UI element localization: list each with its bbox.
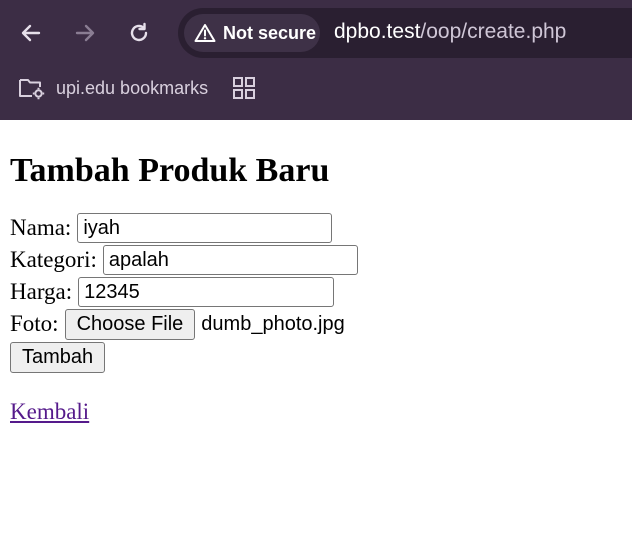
back-button[interactable] bbox=[15, 17, 47, 49]
harga-label: Harga: bbox=[10, 279, 73, 304]
url-path: /oop/create.php bbox=[420, 20, 567, 43]
tambah-button[interactable]: Tambah bbox=[10, 341, 106, 373]
apps-grid-icon bbox=[233, 77, 255, 99]
nama-label: Nama: bbox=[10, 215, 72, 240]
forward-button[interactable] bbox=[69, 17, 101, 49]
reload-button[interactable] bbox=[123, 17, 155, 49]
bookmark-folder-label: upi.edu bookmarks bbox=[56, 77, 209, 98]
page-title: Tambah Produk Baru bbox=[10, 152, 330, 189]
security-indicator[interactable]: Not secure bbox=[184, 14, 320, 52]
kategori-label: Kategori: bbox=[10, 247, 97, 272]
back-arrow-icon bbox=[21, 24, 41, 42]
warning-triangle-icon bbox=[194, 24, 216, 42]
folder-settings-icon bbox=[19, 79, 45, 100]
reload-icon bbox=[130, 22, 148, 42]
kategori-row: Kategori: bbox=[10, 244, 622, 276]
kategori-input[interactable] bbox=[102, 245, 358, 275]
nama-row: Nama: bbox=[10, 212, 622, 244]
bookmarks-bar: upi.edu bookmarks bbox=[0, 70, 632, 108]
foto-row: Foto: Choose File dumb_photo.jpg bbox=[10, 308, 622, 340]
harga-row: Harga: bbox=[10, 276, 622, 308]
url-text[interactable]: dpbo.test/oop/create.php bbox=[334, 20, 566, 44]
choose-file-button[interactable]: Choose File bbox=[64, 308, 196, 340]
foto-label: Foto: bbox=[10, 311, 59, 336]
kembali-link[interactable]: Kembali bbox=[10, 399, 89, 425]
selected-file-name: dumb_photo.jpg bbox=[201, 312, 345, 335]
submit-row: Tambah bbox=[10, 341, 622, 373]
security-label: Not secure bbox=[223, 22, 317, 43]
nama-input[interactable] bbox=[77, 213, 333, 243]
harga-input[interactable] bbox=[78, 277, 335, 307]
page-content: Tambah Produk Baru Nama: Kategori: Harga… bbox=[0, 120, 632, 435]
forward-arrow-icon bbox=[75, 24, 95, 42]
url-host: dpbo.test bbox=[334, 20, 421, 43]
browser-chrome: Not secure dpbo.test/oop/create.php upi.… bbox=[0, 0, 632, 120]
bookmark-folder[interactable]: upi.edu bookmarks bbox=[18, 76, 208, 100]
apps-button[interactable] bbox=[233, 77, 255, 103]
product-form: Nama: Kategori: Harga: Foto: Choose File… bbox=[10, 212, 622, 373]
address-bar[interactable]: Not secure dpbo.test/oop/create.php bbox=[178, 8, 632, 58]
